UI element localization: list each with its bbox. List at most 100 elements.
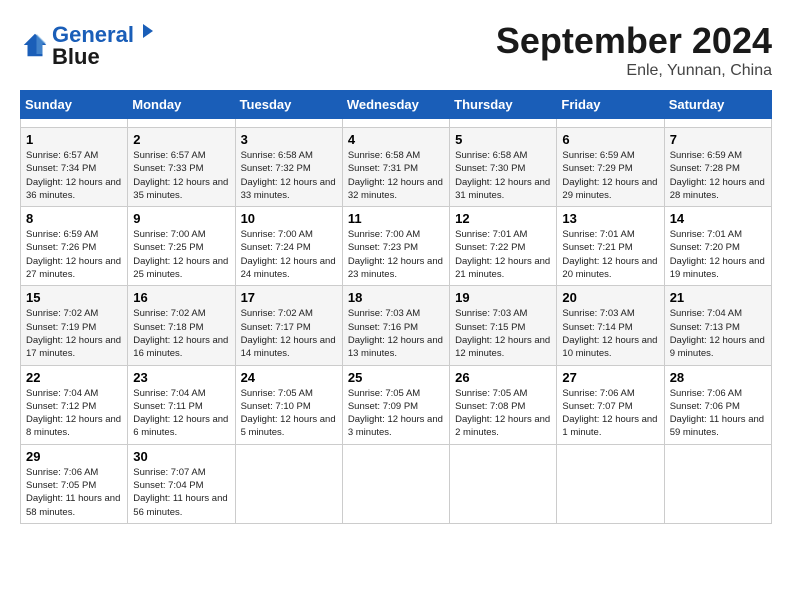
calendar-day-cell: 4 Sunrise: 6:58 AMSunset: 7:31 PMDaylight… [342, 128, 449, 207]
day-info: Sunrise: 7:05 AMSunset: 7:10 PMDaylight:… [241, 387, 337, 440]
day-number: 16 [133, 290, 229, 305]
calendar-day-cell: 18 Sunrise: 7:03 AMSunset: 7:16 PMDayligh… [342, 286, 449, 365]
day-info: Sunrise: 7:01 AMSunset: 7:20 PMDaylight:… [670, 228, 766, 281]
day-info: Sunrise: 7:03 AMSunset: 7:16 PMDaylight:… [348, 307, 444, 360]
day-info: Sunrise: 6:58 AMSunset: 7:31 PMDaylight:… [348, 149, 444, 202]
weekday-header: Saturday [664, 91, 771, 119]
calendar-table: SundayMondayTuesdayWednesdayThursdayFrid… [20, 90, 772, 524]
day-info: Sunrise: 7:01 AMSunset: 7:21 PMDaylight:… [562, 228, 658, 281]
calendar-day-cell: 8Sunrise: 6:59 AMSunset: 7:26 PMDaylight… [21, 207, 128, 286]
calendar-day-cell: 6Sunrise: 6:59 AMSunset: 7:29 PMDaylight… [557, 128, 664, 207]
day-number: 4 [348, 132, 444, 147]
calendar-day-cell: 16 Sunrise: 7:02 AMSunset: 7:18 PMDayligh… [128, 286, 235, 365]
calendar-day-cell [235, 119, 342, 128]
calendar-day-cell: 1 Sunrise: 6:57 AMSunset: 7:34 PMDaylight… [21, 128, 128, 207]
weekday-header: Sunday [21, 91, 128, 119]
day-number: 27 [562, 370, 658, 385]
calendar-day-cell: 14 Sunrise: 7:01 AMSunset: 7:20 PMDayligh… [664, 207, 771, 286]
calendar-day-cell: 12 Sunrise: 7:01 AMSunset: 7:22 PMDayligh… [450, 207, 557, 286]
day-number: 18 [348, 290, 444, 305]
calendar-day-cell: 26Sunrise: 7:05 AMSunset: 7:08 PMDayligh… [450, 365, 557, 444]
day-info: Sunrise: 7:02 AMSunset: 7:17 PMDaylight:… [241, 307, 337, 360]
day-number: 29 [26, 449, 122, 464]
calendar-day-cell: 24 Sunrise: 7:05 AMSunset: 7:10 PMDayligh… [235, 365, 342, 444]
day-info: Sunrise: 6:59 AMSunset: 7:29 PMDaylight:… [562, 149, 658, 202]
calendar-day-cell: 30Sunrise: 7:07 AMSunset: 7:04 PMDayligh… [128, 444, 235, 523]
day-number: 8 [26, 211, 122, 226]
calendar-day-cell: 3 Sunrise: 6:58 AMSunset: 7:32 PMDaylight… [235, 128, 342, 207]
day-info: Sunrise: 7:00 AMSunset: 7:25 PMDaylight:… [133, 228, 229, 281]
day-info: Sunrise: 7:03 AMSunset: 7:14 PMDaylight:… [562, 307, 658, 360]
calendar-day-cell: 23 Sunrise: 7:04 AMSunset: 7:11 PMDayligh… [128, 365, 235, 444]
calendar-day-cell: 20Sunrise: 7:03 AMSunset: 7:14 PMDayligh… [557, 286, 664, 365]
calendar-day-cell: 28 Sunrise: 7:06 AMSunset: 7:06 PMDayligh… [664, 365, 771, 444]
day-info: Sunrise: 7:00 AMSunset: 7:24 PMDaylight:… [241, 228, 337, 281]
weekday-header: Thursday [450, 91, 557, 119]
calendar-day-cell: 11Sunrise: 7:00 AMSunset: 7:23 PMDayligh… [342, 207, 449, 286]
day-info: Sunrise: 7:02 AMSunset: 7:18 PMDaylight:… [133, 307, 229, 360]
day-number: 28 [670, 370, 766, 385]
calendar-day-cell: 27 Sunrise: 7:06 AMSunset: 7:07 PMDayligh… [557, 365, 664, 444]
month-title: September 2024 [496, 20, 772, 62]
calendar-day-cell [664, 444, 771, 523]
weekday-header: Friday [557, 91, 664, 119]
calendar-day-cell: 25Sunrise: 7:05 AMSunset: 7:09 PMDayligh… [342, 365, 449, 444]
day-info: Sunrise: 7:04 AMSunset: 7:11 PMDaylight:… [133, 387, 229, 440]
day-number: 30 [133, 449, 229, 464]
day-info: Sunrise: 7:02 AMSunset: 7:19 PMDaylight:… [26, 307, 122, 360]
calendar-day-cell: 10 Sunrise: 7:00 AMSunset: 7:24 PMDayligh… [235, 207, 342, 286]
calendar-week-row: 1 Sunrise: 6:57 AMSunset: 7:34 PMDaylight… [21, 128, 772, 207]
day-number: 10 [241, 211, 337, 226]
day-info: Sunrise: 6:57 AMSunset: 7:34 PMDaylight:… [26, 149, 122, 202]
day-number: 19 [455, 290, 551, 305]
day-number: 24 [241, 370, 337, 385]
day-info: Sunrise: 7:05 AMSunset: 7:08 PMDaylight:… [455, 387, 551, 440]
logo-arrow [135, 20, 157, 42]
calendar-day-cell: 19 Sunrise: 7:03 AMSunset: 7:15 PMDayligh… [450, 286, 557, 365]
day-number: 21 [670, 290, 766, 305]
calendar-day-cell [21, 119, 128, 128]
day-number: 13 [562, 211, 658, 226]
day-number: 23 [133, 370, 229, 385]
calendar-day-cell [450, 444, 557, 523]
day-info: Sunrise: 7:03 AMSunset: 7:15 PMDaylight:… [455, 307, 551, 360]
day-info: Sunrise: 6:58 AMSunset: 7:32 PMDaylight:… [241, 149, 337, 202]
day-number: 15 [26, 290, 122, 305]
day-number: 12 [455, 211, 551, 226]
day-info: Sunrise: 6:59 AMSunset: 7:28 PMDaylight:… [670, 149, 766, 202]
logo-icon [20, 30, 50, 60]
calendar-day-cell: 7Sunrise: 6:59 AMSunset: 7:28 PMDaylight… [664, 128, 771, 207]
calendar-day-cell [128, 119, 235, 128]
calendar-day-cell: 2 Sunrise: 6:57 AMSunset: 7:33 PMDaylight… [128, 128, 235, 207]
calendar-week-row [21, 119, 772, 128]
weekday-header: Wednesday [342, 91, 449, 119]
calendar-week-row: 8Sunrise: 6:59 AMSunset: 7:26 PMDaylight… [21, 207, 772, 286]
weekday-header: Tuesday [235, 91, 342, 119]
day-number: 14 [670, 211, 766, 226]
calendar-day-cell: 5Sunrise: 6:58 AMSunset: 7:30 PMDaylight… [450, 128, 557, 207]
day-info: Sunrise: 6:58 AMSunset: 7:30 PMDaylight:… [455, 149, 551, 202]
calendar-day-cell [235, 444, 342, 523]
calendar-day-cell [342, 444, 449, 523]
day-number: 2 [133, 132, 229, 147]
calendar-day-cell: 9Sunrise: 7:00 AMSunset: 7:25 PMDaylight… [128, 207, 235, 286]
day-info: Sunrise: 7:00 AMSunset: 7:23 PMDaylight:… [348, 228, 444, 281]
day-info: Sunrise: 6:57 AMSunset: 7:33 PMDaylight:… [133, 149, 229, 202]
day-number: 3 [241, 132, 337, 147]
calendar-day-cell [664, 119, 771, 128]
day-info: Sunrise: 7:04 AMSunset: 7:13 PMDaylight:… [670, 307, 766, 360]
title-block: September 2024 Enle, Yunnan, China [496, 20, 772, 80]
weekday-header: Monday [128, 91, 235, 119]
day-info: Sunrise: 7:01 AMSunset: 7:22 PMDaylight:… [455, 228, 551, 281]
page-header: General Blue September 2024 Enle, Yunnan… [20, 20, 772, 80]
day-info: Sunrise: 7:06 AMSunset: 7:06 PMDaylight:… [670, 387, 766, 440]
calendar-day-cell: 22Sunrise: 7:04 AMSunset: 7:12 PMDayligh… [21, 365, 128, 444]
day-number: 22 [26, 370, 122, 385]
day-number: 17 [241, 290, 337, 305]
location: Enle, Yunnan, China [496, 62, 772, 80]
calendar-day-cell: 21 Sunrise: 7:04 AMSunset: 7:13 PMDayligh… [664, 286, 771, 365]
calendar-day-cell [557, 119, 664, 128]
day-info: Sunrise: 7:06 AMSunset: 7:07 PMDaylight:… [562, 387, 658, 440]
day-info: Sunrise: 7:06 AMSunset: 7:05 PMDaylight:… [26, 466, 122, 519]
day-number: 1 [26, 132, 122, 147]
